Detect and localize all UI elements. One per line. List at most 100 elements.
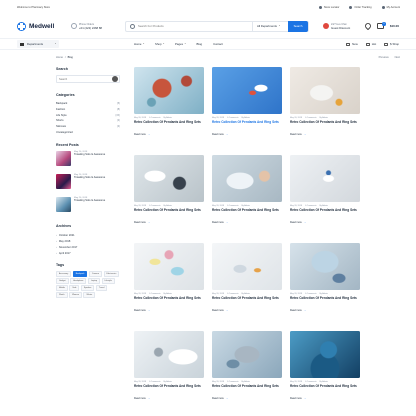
post-author[interactable]: By Admin <box>319 205 327 207</box>
tag-chip[interactable]: Women <box>69 292 82 298</box>
nav-item-contact[interactable]: Contact <box>213 42 223 46</box>
read-more-link[interactable]: Read more → <box>134 397 204 400</box>
blog-card-title[interactable]: Retro Collection Of Pendants And Ring Se… <box>290 120 360 129</box>
breadcrumb-home[interactable]: Home <box>56 56 63 59</box>
nav-shop[interactable]: $ Shop <box>384 42 399 46</box>
blog-card-image[interactable] <box>134 67 204 114</box>
blog-card-image[interactable] <box>134 243 204 290</box>
post-author[interactable]: By Admin <box>319 117 327 119</box>
comments-count[interactable]: 0 Comments <box>227 205 238 207</box>
blog-card-title[interactable]: Retro Collection Of Pendants And Ring Se… <box>212 120 282 129</box>
nav-item-pages[interactable]: Pages ▾ <box>175 42 185 46</box>
blog-card-title[interactable]: Retro Collection Of Pendants And Ring Se… <box>134 296 204 305</box>
read-more-link[interactable]: Read more → <box>290 133 360 136</box>
comments-count[interactable]: 0 Comments <box>227 293 238 295</box>
read-more-link[interactable]: Read more → <box>212 309 282 312</box>
department-select[interactable]: All Departments ▾ <box>252 21 288 31</box>
tag-chip[interactable]: Travel <box>95 285 108 291</box>
post-author[interactable]: By Admin <box>241 293 249 295</box>
read-more-link[interactable]: Read more → <box>212 397 282 400</box>
blog-card-image[interactable] <box>290 155 360 202</box>
comments-count[interactable]: 0 Comments <box>305 293 316 295</box>
search-icon[interactable] <box>112 76 118 82</box>
nav-hot[interactable]: Hot <box>365 42 376 46</box>
nav-item-blog[interactable]: Blog <box>197 42 203 46</box>
blog-card-image[interactable] <box>212 331 282 378</box>
sidebar-search-input[interactable] <box>59 77 99 81</box>
blog-card-title[interactable]: Retro Collection Of Pendants And Ring Se… <box>212 296 282 305</box>
read-more-link[interactable]: Read more → <box>290 397 360 400</box>
comments-count[interactable]: 0 Comments <box>227 117 238 119</box>
post-author[interactable]: By Admin <box>241 117 249 119</box>
search-input[interactable] <box>138 24 252 28</box>
blog-card-title[interactable]: Retro Collection Of Pendants And Ring Se… <box>290 208 360 217</box>
post-title[interactable]: Traveling Solo Is Awesome <box>74 199 105 202</box>
post-author[interactable]: By Admin <box>319 293 327 295</box>
category-item[interactable]: Uncategorized <box>56 129 120 135</box>
tag-chip[interactable]: Mobile <box>56 285 68 291</box>
comments-count[interactable]: 0 Comments <box>305 205 316 207</box>
blog-card-image[interactable] <box>212 67 282 114</box>
read-more-link[interactable]: Read more → <box>290 309 360 312</box>
logo[interactable]: Medwell <box>17 21 57 31</box>
read-more-link[interactable]: Read more → <box>134 221 204 224</box>
comments-count[interactable]: 0 Comments <box>305 381 316 383</box>
cart-icon[interactable]: 0 <box>376 22 386 29</box>
tag-chip[interactable]: Sale <box>69 285 80 291</box>
read-more-link[interactable]: Read more → <box>212 133 282 136</box>
read-more-link[interactable]: Read more → <box>134 309 204 312</box>
blog-card-image[interactable] <box>134 155 204 202</box>
tag-chip[interactable]: Speaker <box>80 285 95 291</box>
post-author[interactable]: By Admin <box>241 381 249 383</box>
comments-count[interactable]: 0 Comments <box>149 293 160 295</box>
post-author[interactable]: By Admin <box>163 117 171 119</box>
post-author[interactable]: By Admin <box>163 205 171 207</box>
read-more-link[interactable]: Read more → <box>134 133 204 136</box>
comments-count[interactable]: 0 Comments <box>149 117 160 119</box>
post-title[interactable]: Traveling Solo Is Awesome <box>74 153 105 156</box>
departments-button[interactable]: Departments ▾ <box>17 40 59 48</box>
comments-count[interactable]: 0 Comments <box>149 205 160 207</box>
tag-chip[interactable]: Headphone <box>70 278 87 284</box>
blog-card-image[interactable] <box>134 331 204 378</box>
tag-chip[interactable]: Backpack <box>72 271 88 277</box>
blog-card-image[interactable] <box>290 243 360 290</box>
post-title[interactable]: Traveling Solo Is Awesome <box>74 176 105 179</box>
blog-card-image[interactable] <box>290 67 360 114</box>
tag-chip[interactable]: Watch <box>56 292 68 298</box>
recent-post[interactable]: May 20, 2018 Traveling Solo Is Awesome <box>56 151 120 174</box>
post-author[interactable]: By Admin <box>319 381 327 383</box>
post-author[interactable]: By Admin <box>241 205 249 207</box>
heart-icon[interactable] <box>363 21 373 31</box>
tag-chip[interactable]: Gadget <box>56 278 69 284</box>
tag-chip[interactable]: Electronics <box>103 271 120 277</box>
blog-card-title[interactable]: Retro Collection Of Pendants And Ring Se… <box>134 384 204 393</box>
search-button[interactable]: Search <box>288 20 308 32</box>
archive-item[interactable]: › April 2017 <box>56 250 120 256</box>
blog-card-title[interactable]: Retro Collection Of Pendants And Ring Se… <box>290 296 360 305</box>
recent-post[interactable]: May 20, 2018 Traveling Solo Is Awesome <box>56 197 120 220</box>
my-account-link[interactable]: My Account <box>381 5 400 9</box>
post-thumbnail[interactable] <box>56 174 71 190</box>
comments-count[interactable]: 0 Comments <box>305 117 316 119</box>
post-author[interactable]: By Admin <box>163 381 171 383</box>
blog-card-title[interactable]: Retro Collection Of Pendants And Ring Se… <box>212 208 282 217</box>
recent-post[interactable]: May 20, 2018 Traveling Solo Is Awesome <box>56 174 120 197</box>
tag-chip[interactable]: Winter <box>83 292 96 298</box>
nav-item-shop[interactable]: Shop ▾ <box>155 42 164 46</box>
read-more-link[interactable]: Read more → <box>290 221 360 224</box>
post-thumbnail[interactable] <box>56 151 71 167</box>
blog-card-image[interactable] <box>290 331 360 378</box>
comments-count[interactable]: 0 Comments <box>227 381 238 383</box>
blog-card-title[interactable]: Retro Collection Of Pendants And Ring Se… <box>212 384 282 393</box>
order-tracking-link[interactable]: Order Tracking <box>349 5 372 9</box>
read-more-link[interactable]: Read more → <box>212 221 282 224</box>
nav-item-home[interactable]: Home ▾ <box>134 42 144 46</box>
tag-chip[interactable]: Laptop <box>87 278 101 284</box>
nav-new[interactable]: New <box>346 42 358 46</box>
store-locator-link[interactable]: Store Locator <box>318 5 339 9</box>
blog-card-title[interactable]: Retro Collection Of Pendants And Ring Se… <box>134 208 204 217</box>
previous-link[interactable]: Previous <box>379 56 389 59</box>
post-thumbnail[interactable] <box>56 197 71 213</box>
blog-card-image[interactable] <box>212 155 282 202</box>
